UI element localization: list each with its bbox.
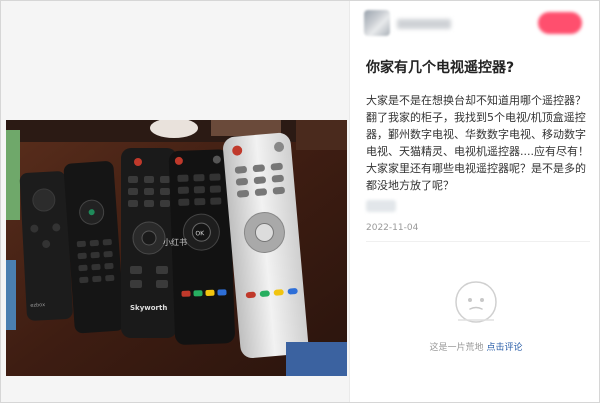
post-tag[interactable] — [366, 200, 396, 212]
empty-comments-icon — [455, 281, 497, 323]
photo-watermark: 小红书 — [163, 238, 187, 247]
post-body-paragraph: 大家是不是在想换台却不知道用哪个遥控器？翻了我家的柜子，我找到5个电视/机顶盒遥… — [366, 94, 589, 158]
post-body-paragraph: 大家家里还有哪些电视遥控器呢？是不是多的都没地方放了呢？ — [366, 162, 586, 192]
post-side-panel: 你家有几个电视遥控器? 大家是不是在想换台却不知道用哪个遥控器？翻了我家的柜子，… — [349, 1, 599, 402]
post-card: ezbox Skyworth OK 小红书 你家有几个电视遥控器? 大家是不是在… — [0, 0, 600, 403]
post-title: 你家有几个电视遥控器? — [366, 60, 515, 76]
svg-text:OK: OK — [195, 230, 205, 237]
post-date: 2022-11-04 — [366, 223, 419, 233]
empty-comments-text: 这是一片荒地 点击评论 — [350, 340, 599, 353]
empty-comments-label: 这是一片荒地 — [429, 343, 484, 353]
post-body: 大家是不是在想换台却不知道用哪个遥控器？翻了我家的柜子，我找到5个电视/机顶盒遥… — [366, 92, 592, 194]
divider — [366, 241, 590, 242]
author-avatar[interactable] — [364, 10, 390, 36]
remote-1: ezbox — [19, 171, 73, 321]
image-pane: ezbox Skyworth OK 小红书 — [1, 1, 349, 402]
svg-text:Skyworth: Skyworth — [130, 304, 167, 312]
author-name[interactable] — [397, 19, 451, 29]
author-row — [364, 10, 592, 36]
post-photo[interactable]: ezbox Skyworth OK 小红书 — [6, 120, 347, 376]
comment-link[interactable]: 点击评论 — [486, 343, 522, 353]
follow-button[interactable] — [538, 12, 582, 34]
remotes-photo: ezbox Skyworth OK — [6, 120, 347, 376]
svg-text:ezbox: ezbox — [30, 302, 45, 309]
